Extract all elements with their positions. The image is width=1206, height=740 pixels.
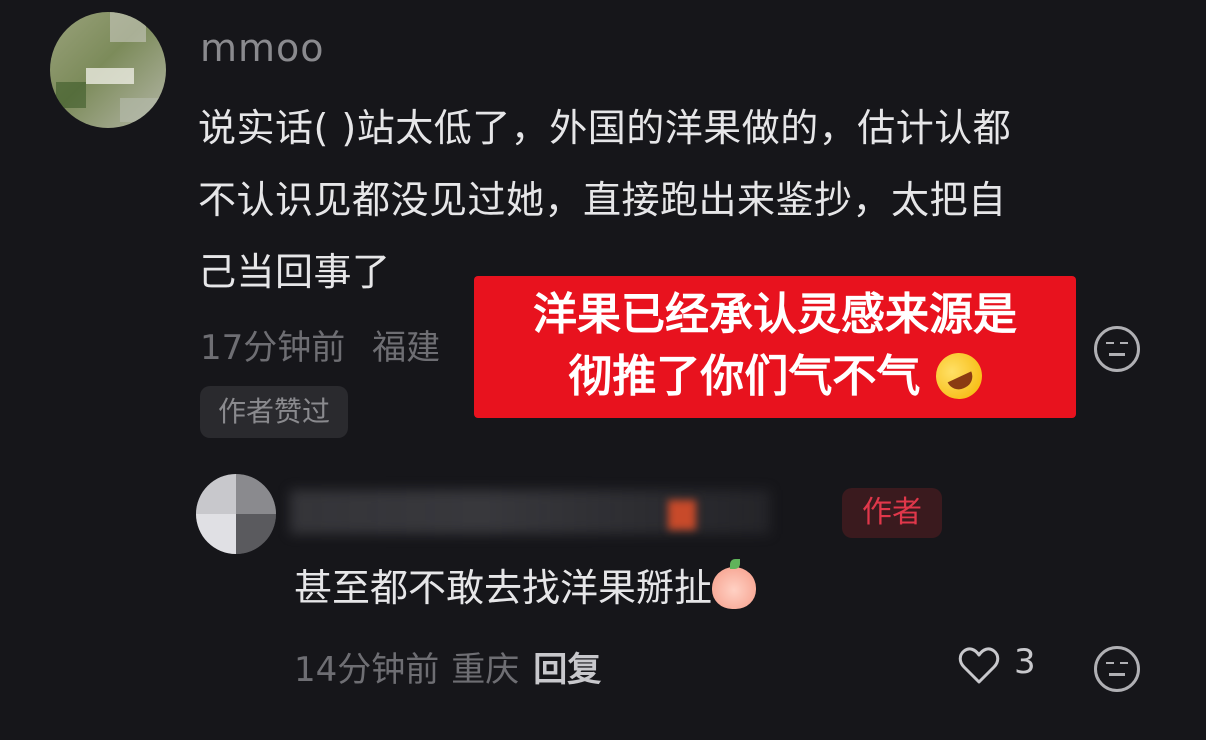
- comment-thread: mmoo 说实话( )站太低了，外国的洋果做的，估计认都 不认识见都没见过她，直…: [0, 0, 1206, 740]
- comment-meta: 17分钟前 福建: [200, 320, 456, 369]
- overlay-line-2-text: 彻推了你们气不气: [568, 351, 921, 402]
- heart-icon[interactable]: [958, 646, 1000, 686]
- rofl-emoji: [928, 345, 990, 407]
- emoji-face-icon[interactable]: [1094, 646, 1140, 692]
- emoji-face-icon[interactable]: [1094, 326, 1140, 372]
- reply-time: 14分钟前: [294, 650, 440, 690]
- reply-meta: 14分钟前 重庆 回复: [294, 642, 601, 691]
- like-count: 3: [1014, 642, 1036, 682]
- comment-line: 说实话( )站太低了，外国的洋果做的，估计认都: [198, 106, 1012, 150]
- author-liked-badge: 作者赞过: [200, 386, 349, 438]
- reply-text: 甚至都不敢去找洋果掰扯: [294, 566, 713, 610]
- reply-username-blurred: [290, 490, 770, 534]
- comment-line: 不认识见都没见过她，直接跑出来鉴抄，太把自: [198, 178, 1007, 222]
- overlay-line-2: 彻推了你们气不气: [474, 345, 1076, 408]
- comment-time: 17分钟前: [200, 328, 346, 368]
- user-avatar[interactable]: [50, 12, 166, 128]
- username[interactable]: mmoo: [200, 26, 325, 70]
- reply-avatar[interactable]: [196, 474, 276, 554]
- reply-button[interactable]: 回复: [533, 650, 601, 690]
- reply-username-blur-mark: [668, 500, 696, 530]
- author-badge: 作者: [842, 488, 942, 538]
- comment-location: 福建: [372, 328, 441, 368]
- overlay-line-1: 洋果已经承认灵感来源是: [533, 289, 1017, 340]
- reply-location: 重庆: [451, 650, 520, 690]
- peach-emoji: [712, 559, 757, 609]
- overlay-caption: 洋果已经承认灵感来源是 彻推了你们气不气: [474, 276, 1076, 418]
- reply-body: 甚至都不敢去找洋果掰扯: [294, 558, 757, 618]
